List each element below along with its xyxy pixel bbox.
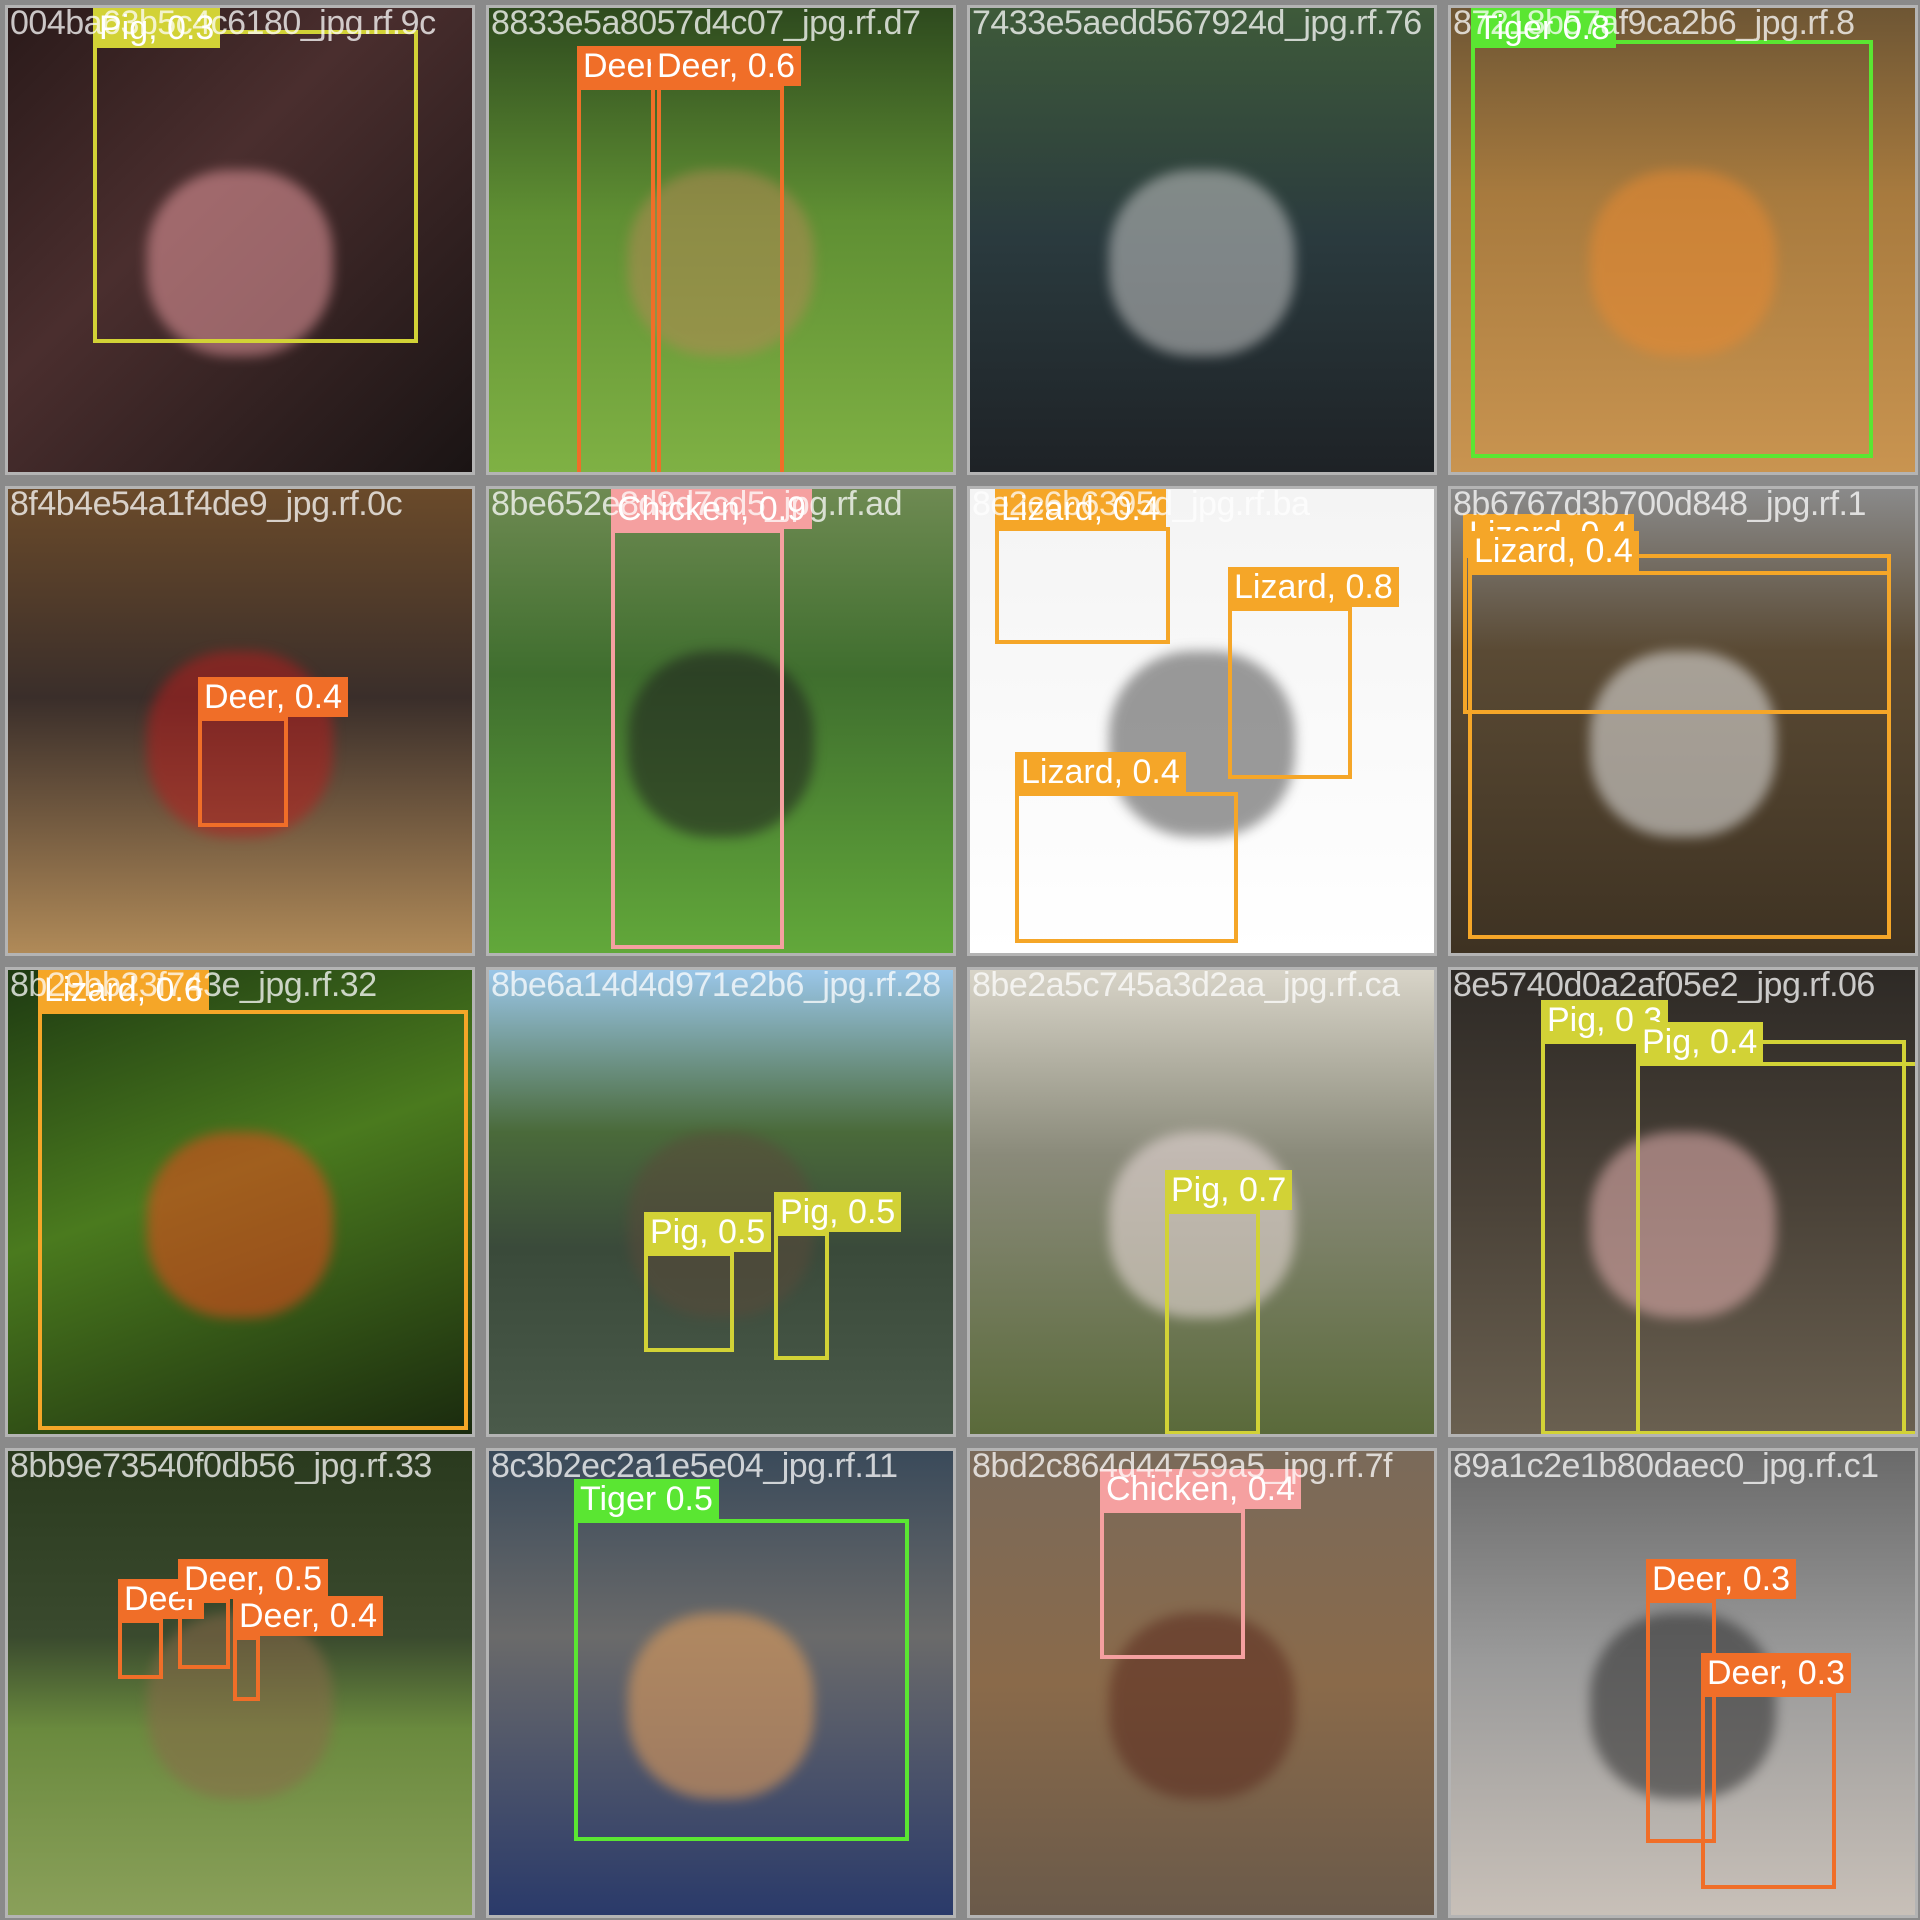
filename-label: 004ba63b5c4c6180_jpg.rf.9c xyxy=(10,5,436,42)
image-tile: 8833e5a8057d4c07_jpg.rf.d7 Deer, 0. Deer, … xyxy=(486,5,956,475)
photo xyxy=(970,8,1434,472)
filename-label: 8be2a5c745a3d2aa_jpg.rf.ca xyxy=(972,967,1400,1004)
bounding-box xyxy=(774,1232,829,1360)
filename-label: 8be6a14d4d971e2b6_jpg.rf.28 xyxy=(491,967,941,1004)
filename-label: 87218b57af9ca2b6_jpg.rf.8 xyxy=(1453,5,1855,42)
filename-label: 8bb9e73540f0db56_jpg.rf.33 xyxy=(10,1448,432,1485)
detection-label: Pig, 0.7 xyxy=(1165,1170,1293,1210)
filename-label: 89a1c2e1b80daec0_jpg.rf.c1 xyxy=(1453,1448,1879,1485)
image-tile: 8b29bb23f743e_jpg.rf.32 Lizard, 0.6 xyxy=(5,967,475,1437)
detection-label: Pig, 0.5 xyxy=(774,1192,902,1232)
detection-label: Deer, 0.4 xyxy=(233,1596,383,1636)
bounding-box xyxy=(1015,792,1238,943)
image-tile: 8be2a5c745a3d2aa_jpg.rf.ca Pig, 0.7 xyxy=(967,967,1437,1437)
filename-label: 7433e5aedd567924d_jpg.rf.76 xyxy=(972,5,1422,42)
bounding-box xyxy=(1100,1509,1245,1659)
image-tile: 8bd2c864d44759a5_jpg.rf.7f Chicken, 0.4 xyxy=(967,1448,1437,1918)
filename-label: 8e5740d0a2af05e2_jpg.rf.06 xyxy=(1453,967,1875,1004)
bounding-box xyxy=(1636,1062,1915,1434)
detection-label: Deer, 0.5 xyxy=(178,1559,328,1599)
detection-label: Lizard, 0.4 xyxy=(1015,752,1186,792)
subject-shape xyxy=(1109,170,1295,356)
image-tile: 004ba63b5c4c6180_jpg.rf.9c Pig, 0.3 xyxy=(5,5,475,475)
bounding-box xyxy=(577,86,661,472)
detection-label: Pig, 0.5 xyxy=(644,1212,772,1252)
bounding-box xyxy=(93,30,418,343)
detection-label: Lizard, 0.8 xyxy=(1228,567,1399,607)
detection-label: Deer, 0.6 xyxy=(651,46,801,86)
filename-label: 8f4b4e54a1f4de9_jpg.rf.0c xyxy=(10,486,403,523)
filename-label: 8e2c6b6395d_jpg.rf.ba xyxy=(972,486,1310,523)
bounding-box xyxy=(611,529,784,949)
detection-label: Deer, 0.4 xyxy=(198,677,348,717)
image-tile: 8be652e8d9d7cd5_jpg.rf.ad Chicken, 0.9 xyxy=(486,486,956,956)
detection-label: Deer, 0.3 xyxy=(1646,1559,1796,1599)
image-tile: 8c3b2ec2a1e5e04_jpg.rf.11 Tiger 0.5 xyxy=(486,1448,956,1918)
filename-label: 8b6767d3b700d848_jpg.rf.1 xyxy=(1453,486,1866,523)
image-tile: 8e2c6b6395d_jpg.rf.ba Lizard, 0.4 Lizard, … xyxy=(967,486,1437,956)
bounding-box xyxy=(198,717,288,827)
bounding-box xyxy=(644,1252,734,1352)
filename-label: 8833e5a8057d4c07_jpg.rf.d7 xyxy=(491,5,921,42)
bounding-box xyxy=(1165,1210,1260,1434)
bounding-box xyxy=(1701,1693,1836,1889)
detection-mosaic: 004ba63b5c4c6180_jpg.rf.9c Pig, 0.3 8833e5… xyxy=(0,0,1920,1920)
detection-label: Deer, 0.3 xyxy=(1701,1653,1851,1693)
filename-label: 8c3b2ec2a1e5e04_jpg.rf.11 xyxy=(491,1448,898,1485)
image-tile: 87218b57af9ca2b6_jpg.rf.8 Tiger 0.8 xyxy=(1448,5,1918,475)
filename-label: 8bd2c864d44759a5_jpg.rf.7f xyxy=(972,1448,1392,1485)
image-tile: 89a1c2e1b80daec0_jpg.rf.c1 Deer, 0.3 Deer,… xyxy=(1448,1448,1918,1918)
detection-label: Lizard, 0.4 xyxy=(1468,531,1639,571)
bounding-box xyxy=(1468,571,1891,939)
bounding-box xyxy=(118,1619,163,1679)
bounding-box xyxy=(38,1010,468,1430)
image-tile: 8f4b4e54a1f4de9_jpg.rf.0c Deer, 0.4 xyxy=(5,486,475,956)
image-tile: 8b6767d3b700d848_jpg.rf.1Lizard, 0.4Liza… xyxy=(1448,486,1918,956)
filename-label: 8b29bb23f743e_jpg.rf.32 xyxy=(10,967,377,1004)
image-tile: 8be6a14d4d971e2b6_jpg.rf.28 Pig, 0.5 Pig, … xyxy=(486,967,956,1437)
bounding-box xyxy=(995,527,1170,644)
filename-label: 8be652e8d9d7cd5_jpg.rf.ad xyxy=(491,486,903,523)
bounding-box xyxy=(651,86,784,472)
bounding-box xyxy=(1228,607,1352,779)
bounding-box xyxy=(233,1636,260,1701)
bounding-box xyxy=(1471,40,1873,458)
image-tile: 8e5740d0a2af05e2_jpg.rf.06 Pig, 0.3 Pig, 0… xyxy=(1448,967,1918,1437)
image-tile: 7433e5aedd567924d_jpg.rf.76 xyxy=(967,5,1437,475)
image-tile: 8bb9e73540f0db56_jpg.rf.33 Deer Deer, 0.5 D… xyxy=(5,1448,475,1918)
bounding-box xyxy=(574,1519,909,1841)
detection-label: Pig, 0.4 xyxy=(1636,1022,1764,1062)
